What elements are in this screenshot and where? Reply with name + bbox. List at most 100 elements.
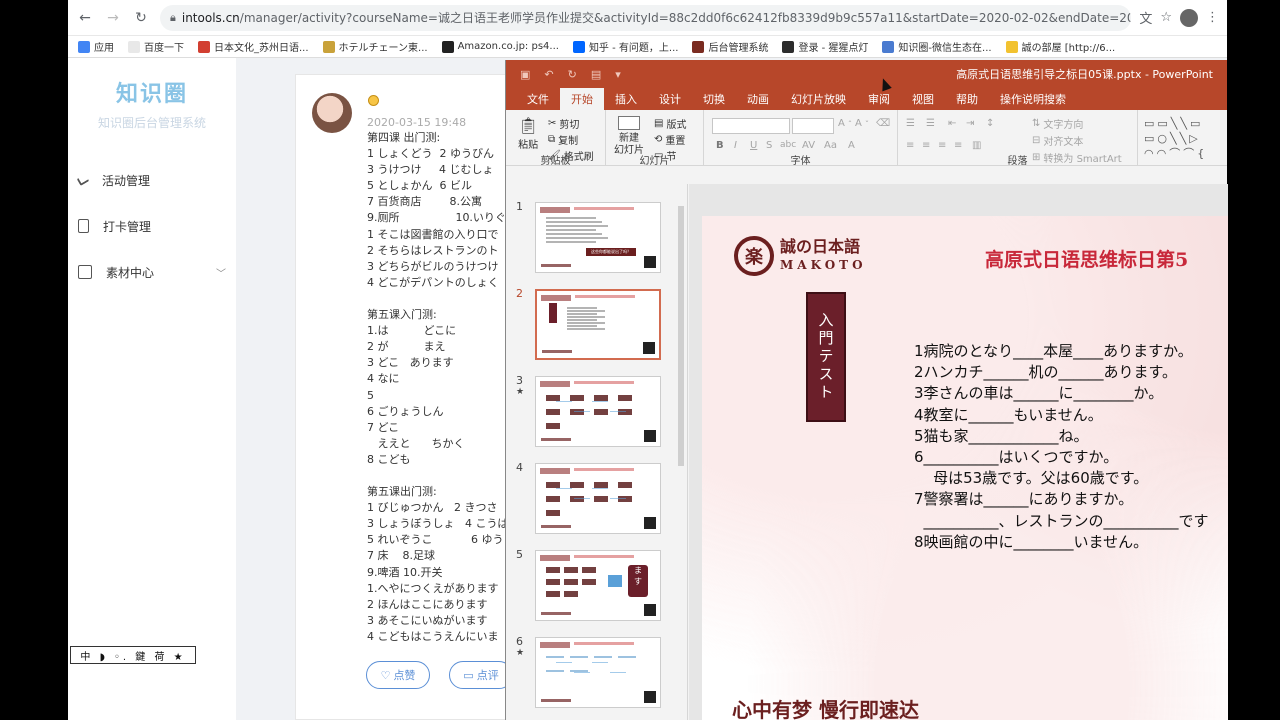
strikethrough-icon[interactable]: abc — [780, 140, 796, 150]
scrollbar-thumb[interactable] — [678, 206, 684, 466]
thumbnail-line — [546, 229, 596, 231]
font-color-icon[interactable]: A — [848, 140, 855, 151]
clipboard-group: 📋︎ 粘贴 ✂ 剪切 ⧉ 复制 🖌︎ 格式刷 剪贴板 — [506, 110, 606, 167]
thumbnail-scrollbar[interactable] — [677, 200, 685, 610]
reset-button[interactable]: ⟲ 重置 — [654, 132, 685, 147]
question-list[interactable]: 1病院のとなり____本屋____ありますか。 2ハンカチ______机の___… — [914, 341, 1209, 553]
current-slide[interactable]: 楽 誠の日本語 MAKOTO 高原式日语思维标日第5 入門テスト 1病院のとなり… — [702, 216, 1228, 720]
paste-button[interactable]: 📋︎ 粘贴 — [518, 116, 538, 151]
bookmark-item[interactable]: 百度一下 — [128, 39, 184, 54]
slide-slogan[interactable]: 心中有梦 慢行即速达 — [732, 694, 919, 720]
line-spacing-icon[interactable]: ↕ — [986, 118, 994, 129]
numbering-icon[interactable]: ☰ — [926, 118, 935, 129]
ribbon-tab[interactable]: 视图 — [901, 88, 945, 110]
comment-button[interactable]: ▭ 点评 — [449, 661, 513, 689]
logo-mark: 楽 — [734, 236, 774, 276]
bookmark-item[interactable]: 知识圈-微信生态在... — [882, 39, 992, 54]
address-bar[interactable]: 🔒︎ intools.cn /manager/activity?courseNa… — [160, 4, 1132, 31]
ribbon-tab[interactable]: 操作说明搜索 — [989, 88, 1077, 110]
ribbon-tab[interactable]: 设计 — [648, 88, 692, 110]
text-direction-button[interactable]: ⇅ 文字方向 — [1032, 116, 1083, 131]
sidebar-item-checkin[interactable]: 打卡管理 — [68, 203, 236, 249]
align-right-icon[interactable]: ≡ — [938, 140, 946, 151]
indent-decrease-icon[interactable]: ⇤ — [948, 118, 956, 129]
columns-icon[interactable]: ▥ — [972, 140, 981, 151]
slide-thumbnail[interactable]: ま す — [535, 550, 661, 621]
spacing-icon[interactable]: AV — [802, 140, 815, 151]
grow-font-icon[interactable]: Aˆ — [838, 118, 852, 129]
present-icon[interactable]: ▤ — [591, 68, 601, 81]
bookmark-item[interactable]: 应用 — [78, 39, 114, 54]
thumbnail-node — [570, 409, 584, 415]
sidebar-item-activity[interactable]: 活动管理 — [68, 157, 236, 203]
justify-icon[interactable]: ≡ — [954, 140, 962, 151]
font-group: Aˆ Aˇ ⌫ B I U S abc AV Aa A 字体 — [704, 110, 898, 167]
bookmark-item[interactable]: 登录 - 猩猩点灯 — [782, 39, 868, 54]
slide-thumbnail[interactable] — [535, 376, 661, 447]
customize-icon[interactable]: ▾ — [615, 68, 621, 81]
shrink-font-icon[interactable]: Aˇ — [855, 118, 869, 129]
bold-icon[interactable]: B — [716, 140, 724, 151]
shapes-gallery[interactable]: ▭▭╲╲▭ ▭○╲╲▷ ◠◠⌒⌒{ — [1144, 116, 1224, 162]
bookmark-item[interactable]: ホテルチェーン東... — [322, 39, 428, 54]
bookmark-item[interactable]: 知乎 - 有问题，上... — [572, 39, 678, 54]
forward-icon[interactable]: → — [102, 7, 124, 29]
font-size-dropdown[interactable] — [792, 118, 834, 134]
bookmark-item[interactable]: 日本文化_苏州日语... — [198, 39, 309, 54]
undo-icon[interactable]: ↶ — [544, 68, 553, 81]
ribbon-tab[interactable]: 切换 — [692, 88, 736, 110]
ribbon-tab[interactable]: 插入 — [604, 88, 648, 110]
thumbnail-qr — [644, 430, 656, 442]
sidebar-item-materials[interactable]: 素材中心 ﹀ — [68, 249, 236, 295]
indent-increase-icon[interactable]: ⇥ — [966, 118, 974, 129]
thumbnail-connector — [574, 411, 590, 412]
bookmark-item[interactable]: 誠の部屋 [http://6... — [1005, 39, 1115, 54]
slide-thumbnail[interactable]: 这些你都能说出了吗？ — [535, 202, 661, 273]
reload-icon[interactable]: ↻ — [130, 7, 152, 29]
ribbon-tab[interactable]: 幻灯片放映 — [780, 88, 857, 110]
layout-button[interactable]: ▤ 版式 — [654, 116, 686, 131]
avatar[interactable] — [312, 93, 352, 133]
bullets-icon[interactable]: ☰ — [906, 118, 915, 129]
menu-kebab-icon[interactable]: ⋮ — [1206, 10, 1219, 25]
star-icon[interactable]: ☆ — [1160, 10, 1172, 25]
thumbnail-connector — [556, 488, 572, 489]
entry-test-label[interactable]: 入門テスト — [806, 292, 846, 422]
align-left-icon[interactable]: ≡ — [906, 140, 914, 151]
back-icon[interactable]: ← — [74, 7, 96, 29]
save-icon[interactable]: ▣ — [520, 68, 530, 81]
cut-button[interactable]: ✂ 剪切 — [548, 116, 579, 131]
slide-title[interactable]: 高原式日语思维标日第5 — [985, 245, 1188, 272]
case-icon[interactable]: Aa — [824, 140, 837, 151]
thumbnail-line — [567, 316, 605, 318]
slide-thumbnail[interactable] — [535, 463, 661, 534]
ribbon-tab[interactable]: 帮助 — [945, 88, 989, 110]
slide-thumbnail[interactable] — [535, 289, 661, 360]
translate-icon[interactable]: 文 — [1139, 8, 1152, 27]
underline-icon[interactable]: U — [750, 140, 757, 151]
redo-icon[interactable]: ↻ — [568, 68, 577, 81]
shadow-icon[interactable]: S — [766, 140, 772, 151]
thumbnail-line — [546, 217, 596, 219]
copy-button[interactable]: ⧉ 复制 — [548, 132, 578, 147]
font-name-dropdown[interactable] — [712, 118, 790, 134]
slide-thumbnail[interactable] — [535, 637, 661, 708]
italic-icon[interactable]: I — [734, 140, 737, 151]
profile-avatar[interactable] — [1180, 8, 1198, 27]
ribbon-tab[interactable]: 文件 — [516, 88, 560, 110]
ribbon-tab[interactable]: 开始 — [560, 88, 604, 110]
align-center-icon[interactable]: ≡ — [922, 140, 930, 151]
animation-star-icon: ★ — [516, 387, 525, 397]
thumbnail-bar — [540, 468, 570, 474]
align-text-button[interactable]: ⊟ 对齐文本 — [1032, 133, 1083, 148]
slide-number: 2 — [516, 287, 523, 300]
thumbnail-bar — [540, 642, 570, 648]
new-slide-button[interactable]: 新建 幻灯片 — [614, 116, 644, 157]
clear-format-icon[interactable]: ⌫ — [876, 118, 890, 129]
bookmark-item[interactable]: 后台管理系统 — [692, 39, 768, 54]
like-button[interactable]: ♡ 点赞 — [366, 661, 430, 689]
ribbon-tab[interactable]: 动画 — [736, 88, 780, 110]
bookmark-item[interactable]: Amazon.co.jp: ps4... — [441, 40, 559, 53]
ribbon-tab[interactable]: 审阅 — [857, 88, 901, 110]
thumbnail-line — [567, 322, 605, 324]
